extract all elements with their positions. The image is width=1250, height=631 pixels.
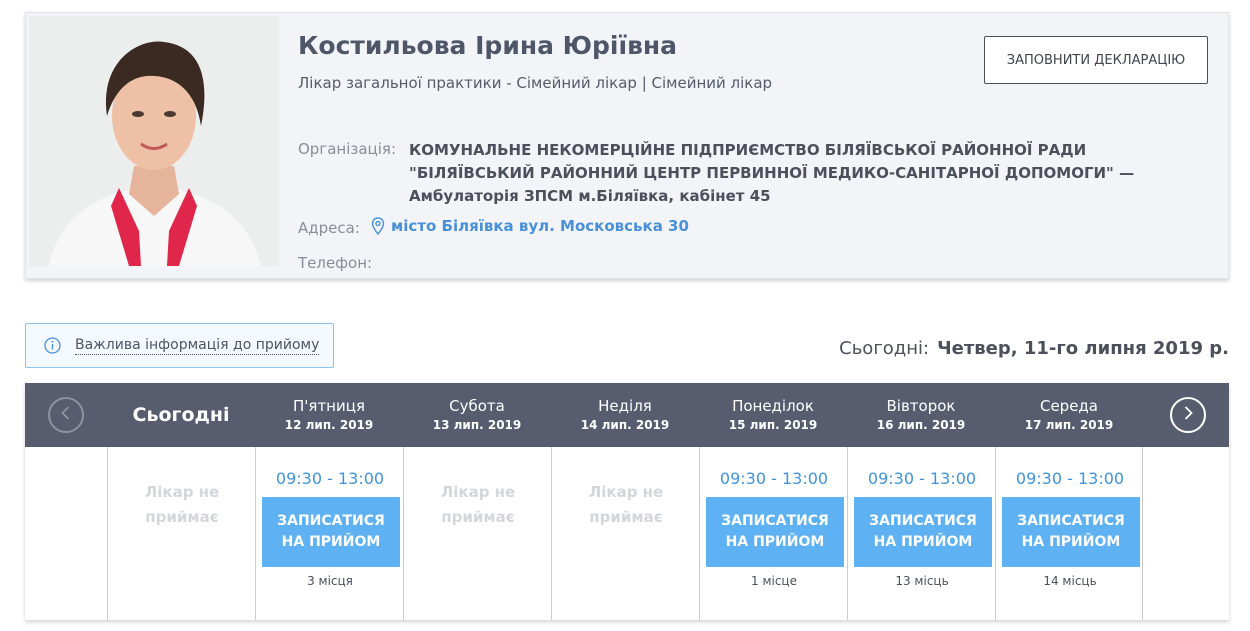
doctor-card: Костильова Ірина Юріївна Лікар загальної… [25,12,1229,279]
book-appointment-button[interactable]: ЗАПИСАТИСЯ НА ПРИЙОМ [1002,497,1140,567]
doctor-specialty: Лікар загальної практики - Сімейний ліка… [298,74,773,92]
column-header-tuesday: Вівторок 16 лип. 2019 [847,383,995,447]
schedule-header: Сьогодні П'ятниця 12 лип. 2019 Субота 13… [25,383,1229,447]
next-week-button[interactable] [1170,397,1206,433]
column-header-wednesday: Середа 17 лип. 2019 [995,383,1143,447]
doctor-portrait-image [29,16,279,266]
map-pin-icon [371,217,385,235]
book-appointment-button[interactable]: ЗАПИСАТИСЯ НА ПРИЙОМ [854,497,992,567]
book-appointment-button[interactable]: ЗАПИСАТИСЯ НА ПРИЙОМ [706,497,844,567]
important-info-button[interactable]: Важлива інформація до прийому [25,323,334,368]
column-header-today: Сьогодні [107,383,255,447]
day-cell-today: Лікар не приймає [107,447,255,620]
available-places: 1 місце [751,574,797,588]
available-places: 14 місць [1043,574,1097,588]
important-info-text: Важлива інформація до прийому [75,336,320,355]
time-slot: 09:30 - 13:00 [1015,469,1125,488]
day-cell-monday: 09:30 - 13:00 ЗАПИСАТИСЯ НА ПРИЙОМ 1 міс… [699,447,847,620]
not-receiving-text: Лікар не приймає [440,483,516,526]
time-slot: 09:30 - 13:00 [719,469,829,488]
column-header-friday: П'ятниця 12 лип. 2019 [255,383,403,447]
address-text: місто Біляївка вул. Московська 30 [391,217,689,235]
address-label: Адреса: [298,219,360,237]
today-date: Четвер, 11-го липня 2019 р. [937,338,1229,359]
day-name: Вівторок [886,397,956,415]
day-date: 16 лип. 2019 [876,418,966,432]
day-date: 12 лип. 2019 [284,418,374,432]
column-header-monday: Понеділок 15 лип. 2019 [699,383,847,447]
today-label: Сьогодні: [839,338,930,359]
fill-declaration-button[interactable]: ЗАПОВНИТИ ДЕКЛАРАЦІЮ [984,36,1208,84]
day-cell-saturday: Лікар не приймає [403,447,551,620]
doctor-photo [29,16,279,266]
today-header-label: Сьогодні [132,404,230,426]
day-cell-wednesday: 09:30 - 13:00 ЗАПИСАТИСЯ НА ПРИЙОМ 14 мі… [995,447,1143,620]
info-icon [44,337,61,354]
chevron-right-icon [1180,405,1196,425]
not-receiving-text: Лікар не приймає [144,483,220,526]
phone-label: Телефон: [298,254,373,272]
today-indicator: Сьогодні: Четвер, 11-го липня 2019 р. [839,338,1229,359]
day-date: 14 лип. 2019 [580,418,670,432]
prev-week-button[interactable] [48,397,84,433]
not-receiving-text: Лікар не приймає [588,483,664,526]
day-cell-tuesday: 09:30 - 13:00 ЗАПИСАТИСЯ НА ПРИЙОМ 13 мі… [847,447,995,620]
day-name: П'ятниця [293,397,365,415]
day-name: Субота [449,397,505,415]
time-slot: 09:30 - 13:00 [867,469,977,488]
column-header-sunday: Неділя 14 лип. 2019 [551,383,699,447]
time-slot: 09:30 - 13:00 [275,469,385,488]
organization-label: Організація: [298,140,396,158]
book-appointment-button[interactable]: ЗАПИСАТИСЯ НА ПРИЙОМ [262,497,400,567]
day-cell-sunday: Лікар не приймає [551,447,699,620]
schedule-table: Сьогодні П'ятниця 12 лип. 2019 Субота 13… [25,383,1229,620]
available-places: 3 місця [307,574,353,588]
day-name: Середа [1039,397,1098,415]
chevron-left-icon [58,405,74,425]
available-places: 13 місць [895,574,949,588]
day-name: Понеділок [732,397,814,415]
organization-value: КОМУНАЛЬНЕ НЕКОМЕРЦІЙНЕ ПІДПРИЄМСТВО БІЛ… [409,141,1135,205]
day-date: 17 лип. 2019 [1024,418,1114,432]
day-date: 13 лип. 2019 [432,418,522,432]
doctor-name: Костильова Ірина Юріївна [298,31,678,60]
day-cell-friday: 09:30 - 13:00 ЗАПИСАТИСЯ НА ПРИЙОМ 3 міс… [255,447,403,620]
column-header-saturday: Субота 13 лип. 2019 [403,383,551,447]
address-link[interactable]: місто Біляївка вул. Московська 30 [371,217,689,235]
day-name: Неділя [598,397,652,415]
day-date: 15 лип. 2019 [728,418,818,432]
